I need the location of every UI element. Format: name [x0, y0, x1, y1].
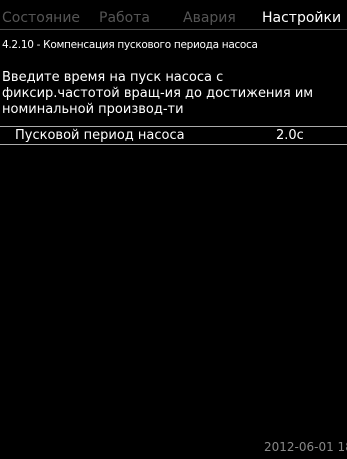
tab-bar: Состояние Работа Авария Настройки: [0, 8, 347, 30]
tab-operation[interactable]: Работа: [99, 8, 150, 28]
tab-divider: [0, 29, 347, 30]
tab-status[interactable]: Состояние: [2, 8, 80, 28]
description-line-3: номинальной производ-ти: [2, 102, 184, 117]
setting-value[interactable]: 2.0с: [276, 128, 304, 143]
setting-row-pump-start-period[interactable]: Пусковой период насоса 2.0с: [0, 127, 347, 144]
controller-screen: Состояние Работа Авария Настройки 4.2.10…: [0, 0, 347, 459]
tab-alarm[interactable]: Авария: [183, 8, 236, 28]
description-text: Введите время на пуск насоса с фиксир.ча…: [2, 70, 347, 118]
breadcrumb: 4.2.10 - Компенсация пускового периода н…: [2, 39, 258, 51]
tab-settings[interactable]: Настройки: [262, 8, 341, 28]
datetime-display: 2012-06-01 18:22: [264, 440, 347, 454]
setting-label: Пусковой период насоса: [15, 128, 185, 143]
description-line-2: фиксир.частотой вращ-ия до достижения им: [2, 86, 314, 101]
setting-divider: [0, 144, 347, 145]
description-line-1: Введите время на пуск насоса с: [2, 70, 224, 85]
